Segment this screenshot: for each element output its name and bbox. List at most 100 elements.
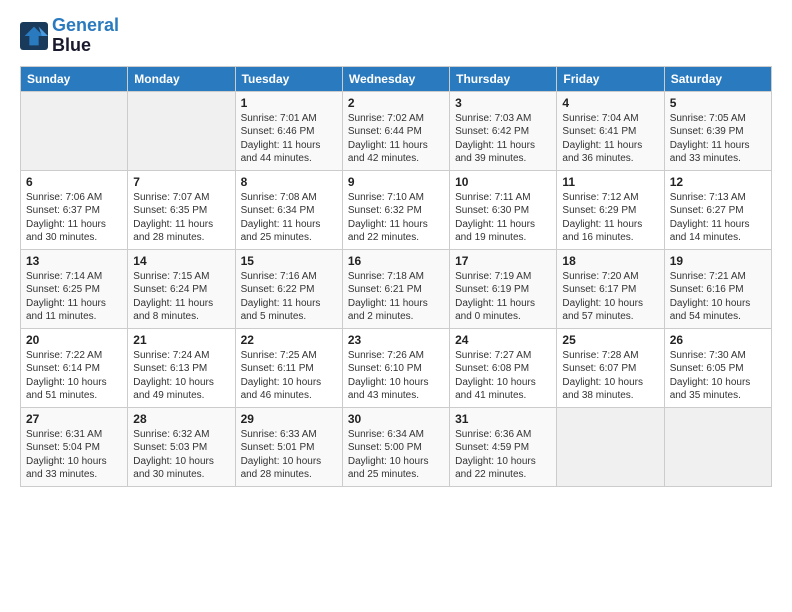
calendar-cell bbox=[557, 407, 664, 486]
calendar-cell: 7Sunrise: 7:07 AM Sunset: 6:35 PM Daylig… bbox=[128, 170, 235, 249]
calendar-cell: 19Sunrise: 7:21 AM Sunset: 6:16 PM Dayli… bbox=[664, 249, 771, 328]
day-number: 21 bbox=[133, 333, 229, 347]
week-row-4: 20Sunrise: 7:22 AM Sunset: 6:14 PM Dayli… bbox=[21, 328, 772, 407]
day-number: 19 bbox=[670, 254, 766, 268]
calendar-page: General Blue SundayMondayTuesdayWednesda… bbox=[0, 0, 792, 497]
day-info: Sunrise: 7:20 AM Sunset: 6:17 PM Dayligh… bbox=[562, 270, 658, 324]
day-number: 7 bbox=[133, 175, 229, 189]
calendar-cell: 30 Sunrise: 6:34 AM Sunset: 5:00 PM Dayli… bbox=[342, 407, 449, 486]
day-info: Sunrise: 7:16 AM Sunset: 6:22 PM Dayligh… bbox=[241, 270, 337, 324]
calendar-cell: 21 Sunrise: 7:24 AM Sunset: 6:13 PM Dayli… bbox=[128, 328, 235, 407]
calendar-cell: 14 Sunrise: 7:15 AM Sunset: 6:24 PM Dayli… bbox=[128, 249, 235, 328]
day-info: Sunrise: 7:02 AM Sunset: 6:44 PM Dayligh… bbox=[348, 112, 444, 166]
week-row-3: 13 Sunrise: 7:14 AM Sunset: 6:25 PM Dayli… bbox=[21, 249, 772, 328]
day-number: 5 bbox=[670, 96, 766, 110]
weekday-header-friday: Friday bbox=[557, 66, 664, 91]
day-info: Sunrise: 7:13 AM Sunset: 6:27 PM Dayligh… bbox=[670, 191, 766, 245]
calendar-cell bbox=[21, 91, 128, 170]
week-row-5: 27Sunrise: 6:31 AM Sunset: 5:04 PM Dayli… bbox=[21, 407, 772, 486]
calendar-cell: 6 Sunrise: 7:06 AM Sunset: 6:37 PM Daylig… bbox=[21, 170, 128, 249]
day-number: 1 bbox=[241, 96, 337, 110]
calendar-cell: 3Sunrise: 7:03 AM Sunset: 6:42 PM Daylig… bbox=[450, 91, 557, 170]
logo: General Blue bbox=[20, 16, 119, 56]
day-info: Sunrise: 7:27 AM Sunset: 6:08 PM Dayligh… bbox=[455, 349, 551, 403]
day-info: Sunrise: 7:08 AM Sunset: 6:34 PM Dayligh… bbox=[241, 191, 337, 245]
calendar-cell: 23 Sunrise: 7:26 AM Sunset: 6:10 PM Dayli… bbox=[342, 328, 449, 407]
day-number: 3 bbox=[455, 96, 551, 110]
calendar-cell: 20Sunrise: 7:22 AM Sunset: 6:14 PM Dayli… bbox=[21, 328, 128, 407]
day-number: 27 bbox=[26, 412, 122, 426]
day-number: 22 bbox=[241, 333, 337, 347]
day-number: 8 bbox=[241, 175, 337, 189]
day-info: Sunrise: 7:15 AM Sunset: 6:24 PM Dayligh… bbox=[133, 270, 229, 324]
calendar-cell: 29Sunrise: 6:33 AM Sunset: 5:01 PM Dayli… bbox=[235, 407, 342, 486]
calendar-cell: 31Sunrise: 6:36 AM Sunset: 4:59 PM Dayli… bbox=[450, 407, 557, 486]
day-info: Sunrise: 7:05 AM Sunset: 6:39 PM Dayligh… bbox=[670, 112, 766, 166]
weekday-header-row: SundayMondayTuesdayWednesdayThursdayFrid… bbox=[21, 66, 772, 91]
day-number: 9 bbox=[348, 175, 444, 189]
day-info: Sunrise: 7:11 AM Sunset: 6:30 PM Dayligh… bbox=[455, 191, 551, 245]
day-number: 31 bbox=[455, 412, 551, 426]
day-number: 15 bbox=[241, 254, 337, 268]
day-number: 24 bbox=[455, 333, 551, 347]
calendar-cell: 1 Sunrise: 7:01 AM Sunset: 6:46 PM Daylig… bbox=[235, 91, 342, 170]
day-info: Sunrise: 7:10 AM Sunset: 6:32 PM Dayligh… bbox=[348, 191, 444, 245]
calendar-cell: 28 Sunrise: 6:32 AM Sunset: 5:03 PM Dayli… bbox=[128, 407, 235, 486]
weekday-header-sunday: Sunday bbox=[21, 66, 128, 91]
day-number: 14 bbox=[133, 254, 229, 268]
calendar-cell bbox=[664, 407, 771, 486]
calendar-cell bbox=[128, 91, 235, 170]
calendar-cell: 16 Sunrise: 7:18 AM Sunset: 6:21 PM Dayli… bbox=[342, 249, 449, 328]
calendar-cell: 5 Sunrise: 7:05 AM Sunset: 6:39 PM Daylig… bbox=[664, 91, 771, 170]
day-info: Sunrise: 6:33 AM Sunset: 5:01 PM Dayligh… bbox=[241, 428, 337, 482]
calendar-table: SundayMondayTuesdayWednesdayThursdayFrid… bbox=[20, 66, 772, 487]
day-info: Sunrise: 7:25 AM Sunset: 6:11 PM Dayligh… bbox=[241, 349, 337, 403]
calendar-cell: 11 Sunrise: 7:12 AM Sunset: 6:29 PM Dayli… bbox=[557, 170, 664, 249]
weekday-header-thursday: Thursday bbox=[450, 66, 557, 91]
day-info: Sunrise: 7:12 AM Sunset: 6:29 PM Dayligh… bbox=[562, 191, 658, 245]
day-number: 12 bbox=[670, 175, 766, 189]
day-number: 28 bbox=[133, 412, 229, 426]
calendar-cell: 25Sunrise: 7:28 AM Sunset: 6:07 PM Dayli… bbox=[557, 328, 664, 407]
calendar-cell: 2 Sunrise: 7:02 AM Sunset: 6:44 PM Daylig… bbox=[342, 91, 449, 170]
day-number: 25 bbox=[562, 333, 658, 347]
day-number: 20 bbox=[26, 333, 122, 347]
week-row-1: 1 Sunrise: 7:01 AM Sunset: 6:46 PM Daylig… bbox=[21, 91, 772, 170]
day-info: Sunrise: 7:24 AM Sunset: 6:13 PM Dayligh… bbox=[133, 349, 229, 403]
day-info: Sunrise: 7:18 AM Sunset: 6:21 PM Dayligh… bbox=[348, 270, 444, 324]
day-info: Sunrise: 7:04 AM Sunset: 6:41 PM Dayligh… bbox=[562, 112, 658, 166]
day-number: 30 bbox=[348, 412, 444, 426]
day-info: Sunrise: 7:06 AM Sunset: 6:37 PM Dayligh… bbox=[26, 191, 122, 245]
day-number: 23 bbox=[348, 333, 444, 347]
calendar-cell: 9 Sunrise: 7:10 AM Sunset: 6:32 PM Daylig… bbox=[342, 170, 449, 249]
weekday-header-saturday: Saturday bbox=[664, 66, 771, 91]
day-info: Sunrise: 7:14 AM Sunset: 6:25 PM Dayligh… bbox=[26, 270, 122, 324]
day-info: Sunrise: 7:19 AM Sunset: 6:19 PM Dayligh… bbox=[455, 270, 551, 324]
day-number: 2 bbox=[348, 96, 444, 110]
day-number: 26 bbox=[670, 333, 766, 347]
calendar-cell: 27Sunrise: 6:31 AM Sunset: 5:04 PM Dayli… bbox=[21, 407, 128, 486]
week-row-2: 6 Sunrise: 7:06 AM Sunset: 6:37 PM Daylig… bbox=[21, 170, 772, 249]
day-number: 4 bbox=[562, 96, 658, 110]
header-area: General Blue bbox=[20, 16, 772, 56]
day-number: 13 bbox=[26, 254, 122, 268]
day-number: 18 bbox=[562, 254, 658, 268]
calendar-cell: 10 Sunrise: 7:11 AM Sunset: 6:30 PM Dayli… bbox=[450, 170, 557, 249]
calendar-cell: 4 Sunrise: 7:04 AM Sunset: 6:41 PM Daylig… bbox=[557, 91, 664, 170]
day-number: 10 bbox=[455, 175, 551, 189]
day-info: Sunrise: 6:34 AM Sunset: 5:00 PM Dayligh… bbox=[348, 428, 444, 482]
calendar-cell: 22 Sunrise: 7:25 AM Sunset: 6:11 PM Dayli… bbox=[235, 328, 342, 407]
day-number: 6 bbox=[26, 175, 122, 189]
weekday-header-monday: Monday bbox=[128, 66, 235, 91]
calendar-cell: 17Sunrise: 7:19 AM Sunset: 6:19 PM Dayli… bbox=[450, 249, 557, 328]
day-info: Sunrise: 7:26 AM Sunset: 6:10 PM Dayligh… bbox=[348, 349, 444, 403]
weekday-header-wednesday: Wednesday bbox=[342, 66, 449, 91]
day-info: Sunrise: 7:01 AM Sunset: 6:46 PM Dayligh… bbox=[241, 112, 337, 166]
day-number: 11 bbox=[562, 175, 658, 189]
logo-text: General Blue bbox=[52, 16, 119, 56]
day-info: Sunrise: 6:32 AM Sunset: 5:03 PM Dayligh… bbox=[133, 428, 229, 482]
day-number: 16 bbox=[348, 254, 444, 268]
calendar-cell: 8 Sunrise: 7:08 AM Sunset: 6:34 PM Daylig… bbox=[235, 170, 342, 249]
day-info: Sunrise: 7:30 AM Sunset: 6:05 PM Dayligh… bbox=[670, 349, 766, 403]
calendar-cell: 26 Sunrise: 7:30 AM Sunset: 6:05 PM Dayli… bbox=[664, 328, 771, 407]
